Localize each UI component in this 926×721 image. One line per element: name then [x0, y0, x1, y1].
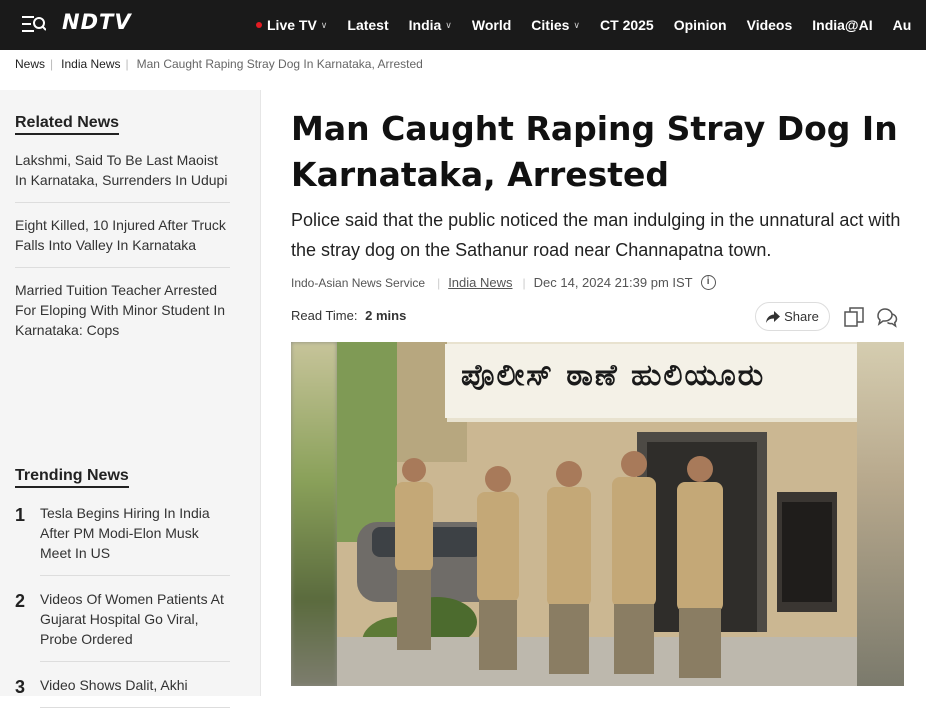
- nav-item-label: India: [408, 17, 442, 33]
- nav-item-label: CT 2025: [600, 17, 654, 33]
- related-news-list: Lakshmi, Said To Be Last Maoist In Karna…: [15, 150, 230, 364]
- breadcrumb-separator: |: [50, 57, 54, 71]
- nav-item-label: Au: [892, 17, 912, 33]
- nav-item-label: Live TV: [267, 17, 317, 33]
- breadcrumb-current: Man Caught Raping Stray Dog In Karnataka…: [136, 57, 423, 71]
- nav-item-cities[interactable]: Cities ∨: [531, 17, 580, 33]
- ndtv-logo[interactable]: NDTV: [62, 10, 132, 34]
- trending-item[interactable]: 3 Video Shows Dalit, Akhi: [15, 675, 230, 708]
- nav-item-opinion[interactable]: Opinion: [674, 17, 727, 33]
- read-time-value: 2 mins: [365, 308, 407, 323]
- nav-item-label: World: [471, 17, 512, 33]
- photo-sign-text: ಪೊಲೀಸ್ ಠಾಣೆ ಹುಲಿಯೂರು: [461, 358, 766, 393]
- trending-rank: 1: [15, 505, 26, 525]
- breadcrumb-india-news[interactable]: India News: [61, 57, 120, 71]
- nav-item-label: India@AI: [812, 17, 873, 33]
- chevron-down-icon: ∨: [573, 19, 581, 30]
- nav-item-latest[interactable]: Latest: [347, 17, 388, 33]
- breadcrumb: News | India News | Man Caught Raping St…: [15, 57, 423, 71]
- article-photo[interactable]: ಪೊಲೀಸ್ ಠಾಣೆ ಹುಲಿಯೂರು: [291, 342, 904, 686]
- meta-divider: |: [437, 275, 441, 290]
- trending-item[interactable]: 1 Tesla Begins Hiring In India After PM …: [15, 503, 230, 576]
- live-dot-icon: [256, 22, 262, 28]
- related-news-item[interactable]: Eight Killed, 10 Injured After Truck Fal…: [15, 215, 230, 268]
- menu-search-icon[interactable]: [22, 14, 46, 34]
- trending-rank: 3: [15, 677, 26, 697]
- read-time-label: Read Time:: [291, 308, 358, 323]
- copy-icon[interactable]: [843, 306, 865, 328]
- info-icon[interactable]: i: [700, 275, 716, 290]
- article-meta: Indo-Asian News Service | India News | D…: [291, 275, 716, 290]
- comments-icon[interactable]: [875, 305, 899, 329]
- nav-item-au[interactable]: Au: [893, 17, 912, 33]
- related-news-item[interactable]: Lakshmi, Said To Be Last Maoist In Karna…: [15, 150, 230, 203]
- article-headline: Man Caught Raping Stray Dog In Karnataka…: [291, 109, 898, 194]
- article-summary: Police said that the public noticed the …: [291, 210, 901, 260]
- related-news-item[interactable]: Married Tuition Teacher Arrested For Elo…: [15, 280, 230, 352]
- nav-item-live-tv[interactable]: Live TV ∨: [256, 17, 327, 33]
- chevron-down-icon: ∨: [445, 19, 452, 30]
- nav-item-world[interactable]: World: [472, 17, 511, 33]
- trending-news-title: Trending News: [15, 467, 129, 488]
- share-button[interactable]: Share: [755, 302, 830, 331]
- meta-divider: |: [522, 275, 526, 290]
- nav-item-india[interactable]: India ∨: [409, 17, 452, 33]
- nav-item-india-ai[interactable]: India@AI: [812, 17, 872, 33]
- top-nav-bar: NDTV Live TV ∨ Latest India ∨ World Cities ∨ CT …: [0, 0, 926, 50]
- trending-news-list: 1 Tesla Begins Hiring In India After PM …: [15, 503, 230, 721]
- nav-item-label: Cities: [531, 17, 570, 33]
- article-category-link[interactable]: India News: [448, 275, 512, 290]
- trending-rank: 2: [15, 591, 26, 611]
- trending-item[interactable]: 2 Videos Of Women Patients At Gujarat Ho…: [15, 589, 230, 662]
- read-time: Read Time: 2 mins: [291, 308, 406, 323]
- trending-headline[interactable]: Videos Of Women Patients At Gujarat Hosp…: [40, 589, 230, 662]
- nav-item-label: Latest: [347, 17, 389, 33]
- share-label: Share: [784, 309, 819, 324]
- trending-headline[interactable]: Video Shows Dalit, Akhi: [40, 675, 230, 708]
- breadcrumb-news[interactable]: News: [15, 57, 45, 71]
- nav-item-videos[interactable]: Videos: [747, 17, 793, 33]
- article-date: Dec 14, 2024 21:39 pm IST: [533, 275, 693, 290]
- photo-blur-right: [857, 342, 904, 686]
- police-station-photo: [337, 342, 857, 686]
- trending-headline[interactable]: Tesla Begins Hiring In India After PM Mo…: [40, 503, 230, 576]
- article-author: Indo-Asian News Service: [291, 275, 426, 290]
- sidebar: Related News Lakshmi, Said To Be Last Ma…: [0, 90, 261, 708]
- main-nav: Live TV ∨ Latest India ∨ World Cities ∨ CT 2025 O…: [256, 0, 926, 50]
- related-news-title: Related News: [15, 114, 120, 135]
- photo-blur-left: [291, 342, 337, 686]
- logo-text: NDTV: [62, 10, 132, 34]
- nav-item-label: Videos: [746, 17, 793, 33]
- breadcrumb-separator: |: [125, 57, 129, 71]
- chevron-down-icon: ∨: [320, 19, 328, 30]
- nav-item-ct-2025[interactable]: CT 2025: [600, 17, 654, 33]
- share-arrow-icon: [766, 310, 781, 323]
- nav-item-label: Opinion: [673, 17, 727, 33]
